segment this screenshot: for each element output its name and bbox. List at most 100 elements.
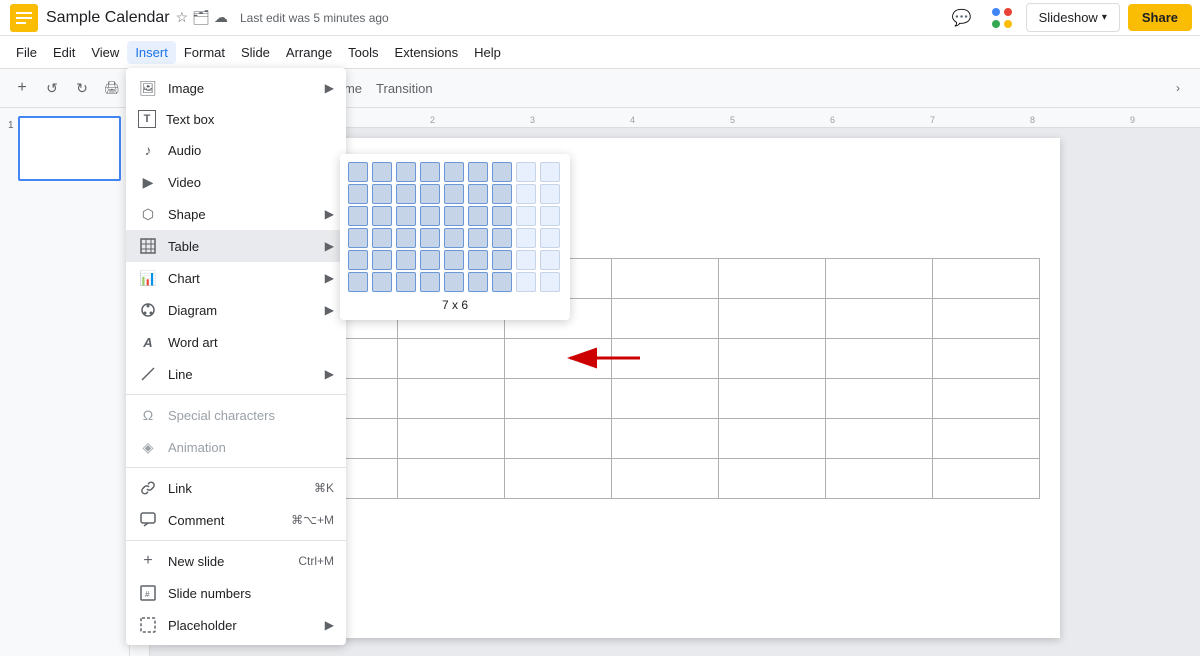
comments-button[interactable]: 💬 xyxy=(946,2,978,34)
google-account[interactable] xyxy=(986,2,1018,34)
table-picker-cell[interactable] xyxy=(348,206,368,226)
table-picker-cell[interactable] xyxy=(492,272,512,292)
menu-slide[interactable]: Slide xyxy=(233,41,278,64)
table-picker-cell[interactable] xyxy=(468,184,488,204)
redo-button[interactable]: ↻ xyxy=(68,74,96,102)
table-picker-cell[interactable] xyxy=(540,272,560,292)
table-label: Table xyxy=(168,239,199,254)
insert-placeholder-item[interactable]: Placeholder ▶ xyxy=(126,609,346,641)
table-picker-cell[interactable] xyxy=(468,250,488,270)
table-picker-cell[interactable] xyxy=(540,228,560,248)
table-picker-cell[interactable] xyxy=(420,250,440,270)
menu-format[interactable]: Format xyxy=(176,41,233,64)
table-picker-cell[interactable] xyxy=(516,272,536,292)
table-picker-cell[interactable] xyxy=(396,162,416,182)
menu-insert[interactable]: Insert xyxy=(127,41,176,64)
table-picker-cell[interactable] xyxy=(492,250,512,270)
table-grid[interactable] xyxy=(348,162,562,292)
table-picker-cell[interactable] xyxy=(396,184,416,204)
table-picker-cell[interactable] xyxy=(372,250,392,270)
table-picker-cell[interactable] xyxy=(468,272,488,292)
menu-extensions[interactable]: Extensions xyxy=(387,41,467,64)
table-picker-cell[interactable] xyxy=(372,206,392,226)
table-picker-cell[interactable] xyxy=(516,250,536,270)
insert-chart-item[interactable]: 📊 Chart ▶ xyxy=(126,262,346,294)
table-picker-cell[interactable] xyxy=(396,250,416,270)
table-picker-cell[interactable] xyxy=(372,272,392,292)
table-picker-cell[interactable] xyxy=(420,228,440,248)
table-picker-cell[interactable] xyxy=(492,206,512,226)
insert-audio-item[interactable]: ♪ Audio xyxy=(126,134,346,166)
table-picker-cell[interactable] xyxy=(444,250,464,270)
table-picker-cell[interactable] xyxy=(396,206,416,226)
slide-thumbnail[interactable]: // Will render inline xyxy=(18,116,121,181)
share-button[interactable]: Share xyxy=(1128,4,1192,31)
menu-arrange[interactable]: Arrange xyxy=(278,41,340,64)
insert-textbox-item[interactable]: T Text box xyxy=(126,104,346,134)
insert-new-slide-item[interactable]: + New slide Ctrl+M xyxy=(126,545,346,577)
table-picker-cell[interactable] xyxy=(420,162,440,182)
table-picker-cell[interactable] xyxy=(396,272,416,292)
table-picker-cell[interactable] xyxy=(372,162,392,182)
table-picker-cell[interactable] xyxy=(540,250,560,270)
table-picker-cell[interactable] xyxy=(420,184,440,204)
table-picker-cell[interactable] xyxy=(468,162,488,182)
special-chars-label: Special characters xyxy=(168,408,275,423)
table-picker-cell[interactable] xyxy=(444,184,464,204)
table-picker-cell[interactable] xyxy=(492,184,512,204)
zoom-in-button[interactable]: + xyxy=(8,74,36,102)
insert-image-item[interactable]: 🖼 Image ▶ xyxy=(126,72,346,104)
folder-icon[interactable]: 🗂 xyxy=(192,9,210,26)
table-picker-cell[interactable] xyxy=(444,206,464,226)
table-picker-cell[interactable] xyxy=(492,228,512,248)
table-picker-cell[interactable] xyxy=(348,184,368,204)
table-picker-cell[interactable] xyxy=(348,272,368,292)
table-picker-cell[interactable] xyxy=(372,228,392,248)
table-picker-cell[interactable] xyxy=(516,162,536,182)
insert-comment-item[interactable]: Comment ⌘⌥+M xyxy=(126,504,346,536)
table-picker-cell[interactable] xyxy=(516,184,536,204)
table-picker-cell[interactable] xyxy=(540,184,560,204)
table-picker-cell[interactable] xyxy=(468,206,488,226)
table-picker-cell[interactable] xyxy=(516,228,536,248)
table-picker-cell[interactable] xyxy=(540,162,560,182)
table-picker-cell[interactable] xyxy=(516,206,536,226)
slideshow-button[interactable]: Slideshow ▾ xyxy=(1026,3,1120,32)
insert-animation-item[interactable]: ◈ Animation xyxy=(126,431,346,463)
menu-tools[interactable]: Tools xyxy=(340,41,386,64)
menu-edit[interactable]: Edit xyxy=(45,41,83,64)
insert-slide-numbers-item[interactable]: # Slide numbers xyxy=(126,577,346,609)
table-picker-cell[interactable] xyxy=(492,162,512,182)
insert-diagram-item[interactable]: Diagram ▶ xyxy=(126,294,346,326)
print-button[interactable]: 🖨 xyxy=(98,74,126,102)
menu-help[interactable]: Help xyxy=(466,41,509,64)
insert-link-item[interactable]: Link ⌘K xyxy=(126,472,346,504)
insert-special-chars-item[interactable]: Ω Special characters xyxy=(126,399,346,431)
table-picker-cell[interactable] xyxy=(420,272,440,292)
table-picker-cell[interactable] xyxy=(444,272,464,292)
undo-button[interactable]: ↺ xyxy=(38,74,66,102)
star-icon[interactable]: ☆ xyxy=(176,9,189,26)
collapse-panel-button[interactable]: › xyxy=(1164,74,1192,102)
table-picker-cell[interactable] xyxy=(540,206,560,226)
insert-table-item[interactable]: Table ▶ xyxy=(126,230,346,262)
table-picker-cell[interactable] xyxy=(444,228,464,248)
insert-video-item[interactable]: ▶ Video xyxy=(126,166,346,198)
transition-label[interactable]: Transition xyxy=(370,81,439,96)
insert-wordart-item[interactable]: A Word art xyxy=(126,326,346,358)
cloud-icon[interactable]: ☁ xyxy=(214,9,228,26)
animation-label: Animation xyxy=(168,440,226,455)
table-picker-cell[interactable] xyxy=(444,162,464,182)
table-picker-cell[interactable] xyxy=(348,228,368,248)
menu-file[interactable]: File xyxy=(8,41,45,64)
wordart-label: Word art xyxy=(168,335,218,350)
insert-line-item[interactable]: Line ▶ xyxy=(126,358,346,390)
table-picker-cell[interactable] xyxy=(348,250,368,270)
menu-view[interactable]: View xyxy=(83,41,127,64)
insert-shape-item[interactable]: ⬡ Shape ▶ xyxy=(126,198,346,230)
table-picker-cell[interactable] xyxy=(420,206,440,226)
table-picker-cell[interactable] xyxy=(372,184,392,204)
table-picker-cell[interactable] xyxy=(396,228,416,248)
table-picker-cell[interactable] xyxy=(468,228,488,248)
table-picker-cell[interactable] xyxy=(348,162,368,182)
